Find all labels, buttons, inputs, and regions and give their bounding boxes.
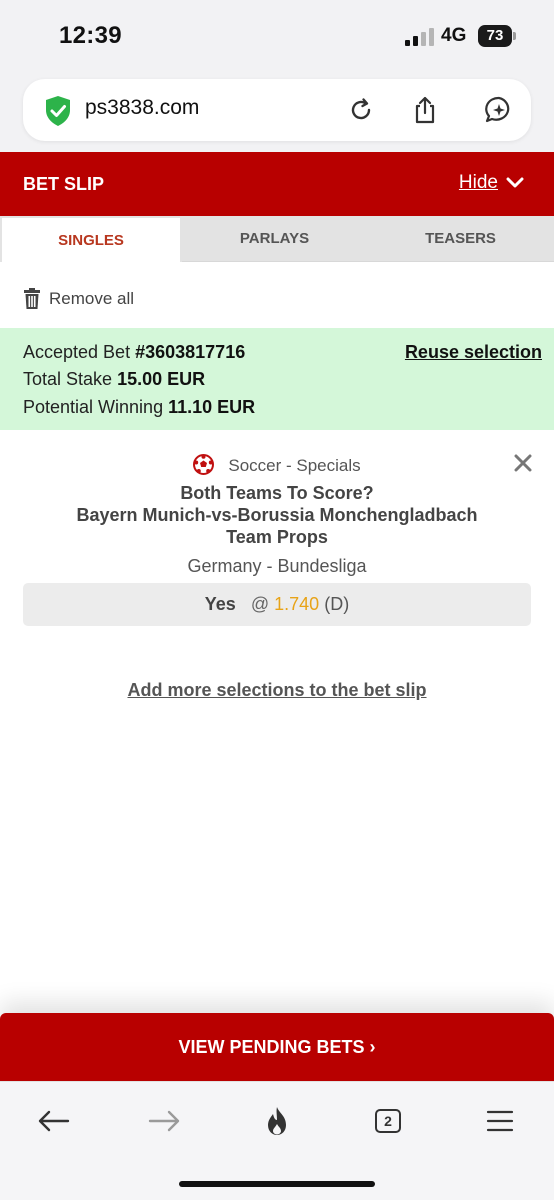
reuse-selection-link[interactable]: Reuse selection [405, 342, 542, 363]
menu-icon [486, 1110, 514, 1132]
soccer-ball-icon [193, 454, 215, 475]
chevron-down-icon [506, 177, 524, 188]
fire-button[interactable] [257, 1104, 297, 1138]
potential-winning-value: 11.10 EUR [168, 397, 256, 417]
tab-singles[interactable]: SINGLES [0, 216, 182, 262]
shield-check-icon [46, 96, 70, 126]
total-stake-label: Total Stake [23, 369, 113, 389]
close-icon[interactable] [514, 454, 532, 472]
forward-button[interactable] [145, 1104, 185, 1138]
market-line-1: Both Teams To Score? [180, 483, 374, 503]
pick-label: Yes [204, 594, 236, 614]
network-type: 4G [441, 25, 467, 46]
status-time: 12:39 [59, 22, 122, 49]
url-text[interactable]: ps3838.com [85, 96, 199, 120]
bet-number: #3603817716 [135, 342, 246, 362]
chat-icon [485, 96, 510, 123]
home-indicator[interactable] [179, 1181, 375, 1187]
potential-winning-label: Potential Winning [23, 397, 164, 417]
bet-type-tabs: SINGLES PARLAYS TEASERS [0, 216, 554, 262]
reload-icon [351, 98, 371, 120]
flame-icon [268, 1107, 286, 1135]
address-bar[interactable]: ps3838.com [23, 79, 531, 141]
share-button[interactable] [407, 92, 443, 128]
league-label: Germany - Bundesliga [187, 556, 367, 576]
total-stake-line: Total Stake 15.00 EUR [23, 369, 205, 390]
accepted-bet-line: Accepted Bet #3603817716 [23, 342, 245, 363]
tabs-button[interactable]: 2 [368, 1104, 408, 1138]
tab-teasers[interactable]: TEASERS [367, 216, 554, 262]
total-stake-value: 15.00 EUR [117, 369, 206, 389]
odds-box: Yes @ 1.740 (D) [23, 583, 531, 626]
at-symbol: @ [250, 594, 270, 614]
reload-button[interactable] [343, 92, 379, 128]
add-more-selections-link[interactable]: Add more selections to the bet slip [0, 680, 554, 701]
share-icon [415, 96, 435, 124]
market-title: Both Teams To Score? Bayern Munich-vs-Bo… [0, 482, 554, 548]
remove-all-label[interactable]: Remove all [49, 289, 134, 309]
selection-card: Soccer - Specials Both Teams To Score? B… [0, 430, 554, 640]
arrow-left-icon [38, 1110, 70, 1132]
tab-parlays[interactable]: PARLAYS [182, 216, 367, 262]
chat-button[interactable] [481, 92, 517, 128]
odds-price: 1.740 [274, 594, 320, 614]
hide-button[interactable]: Hide [459, 172, 524, 194]
arrow-right-icon [148, 1110, 180, 1132]
accepted-bet-banner: Accepted Bet #3603817716 Total Stake 15.… [0, 328, 554, 430]
market-line-2: Bayern Munich-vs-Borussia Monchengladbac… [76, 505, 478, 525]
hide-label[interactable]: Hide [459, 172, 498, 194]
market-line-3: Team Props [226, 527, 328, 547]
accepted-bet-label: Accepted Bet [23, 342, 131, 362]
battery-nub [513, 32, 516, 40]
bet-slip-title: BET SLIP [23, 174, 105, 194]
trash-icon [24, 288, 40, 309]
browser-chrome: 12:39 4G 73 ps3838.com [0, 0, 554, 152]
remove-all-button[interactable]: Remove all [23, 288, 134, 309]
sport-row: Soccer - Specials [0, 454, 554, 476]
sport-label: Soccer - Specials [228, 456, 361, 475]
tab-count-icon: 2 [375, 1109, 401, 1133]
menu-button[interactable] [480, 1104, 520, 1138]
bet-slip-header: BET SLIP Hide [0, 152, 554, 216]
battery-icon: 73 [478, 25, 512, 47]
signal-icon [405, 28, 434, 46]
potential-winning-line: Potential Winning 11.10 EUR [23, 397, 255, 418]
view-pending-bets-button[interactable]: VIEW PENDING BETS › [0, 1013, 554, 1081]
back-button[interactable] [33, 1104, 73, 1138]
odds-format: (D) [324, 594, 350, 614]
